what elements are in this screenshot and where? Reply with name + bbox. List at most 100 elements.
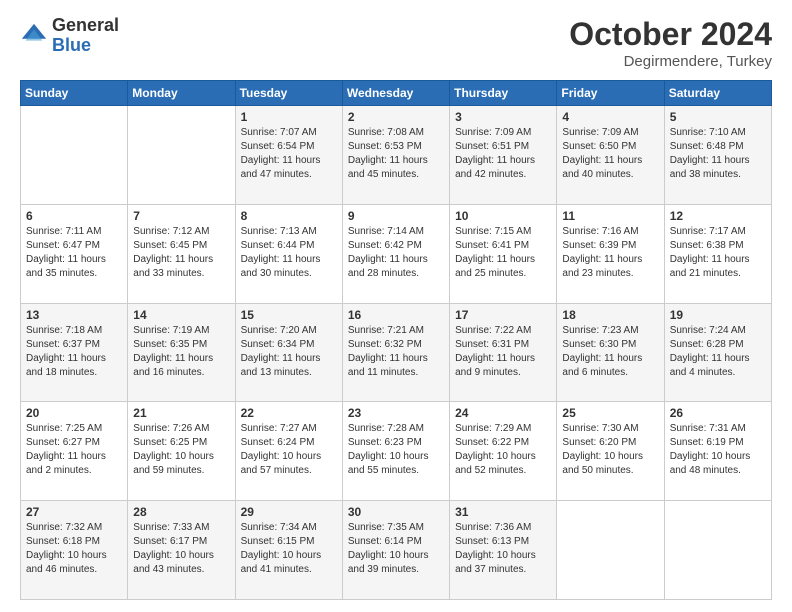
day-number: 30 [348, 505, 444, 519]
calendar-cell: 27 Sunrise: 7:32 AM Sunset: 6:18 PM Dayli… [21, 501, 128, 600]
logo-blue: Blue [52, 36, 119, 56]
weekday-header-tuesday: Tuesday [235, 81, 342, 106]
week-row-5: 27 Sunrise: 7:32 AM Sunset: 6:18 PM Dayli… [21, 501, 772, 600]
calendar-cell: 4 Sunrise: 7:09 AM Sunset: 6:50 PM Daylig… [557, 106, 664, 205]
day-number: 7 [133, 209, 229, 223]
day-number: 19 [670, 308, 766, 322]
day-number: 15 [241, 308, 337, 322]
day-number: 4 [562, 110, 658, 124]
cell-content: Sunrise: 7:13 AM Sunset: 6:44 PM Dayligh… [241, 225, 337, 281]
weekday-header-friday: Friday [557, 81, 664, 106]
logo-general: General [52, 16, 119, 36]
calendar-cell: 2 Sunrise: 7:08 AM Sunset: 6:53 PM Daylig… [342, 106, 449, 205]
calendar-table: SundayMondayTuesdayWednesdayThursdayFrid… [20, 80, 772, 600]
weekday-header-saturday: Saturday [664, 81, 771, 106]
day-number: 28 [133, 505, 229, 519]
cell-content: Sunrise: 7:09 AM Sunset: 6:51 PM Dayligh… [455, 126, 551, 182]
header-row: SundayMondayTuesdayWednesdayThursdayFrid… [21, 81, 772, 106]
day-number: 27 [26, 505, 122, 519]
logo: General Blue [20, 16, 119, 56]
calendar-cell: 11 Sunrise: 7:16 AM Sunset: 6:39 PM Dayli… [557, 204, 664, 303]
page: General Blue October 2024 Degirmendere, … [0, 0, 792, 612]
day-number: 13 [26, 308, 122, 322]
cell-content: Sunrise: 7:36 AM Sunset: 6:13 PM Dayligh… [455, 521, 551, 577]
week-row-4: 20Sunrise: 7:25 AM Sunset: 6:27 PM Dayli… [21, 402, 772, 501]
logo-text: General Blue [52, 16, 119, 56]
cell-content: Sunrise: 7:12 AM Sunset: 6:45 PM Dayligh… [133, 225, 229, 281]
week-row-3: 13 Sunrise: 7:18 AM Sunset: 6:37 PM Dayli… [21, 303, 772, 402]
calendar-cell [557, 501, 664, 600]
day-number: 23 [348, 406, 444, 420]
cell-content: Sunrise: 7:08 AM Sunset: 6:53 PM Dayligh… [348, 126, 444, 182]
calendar-cell: 3 Sunrise: 7:09 AM Sunset: 6:51 PM Daylig… [450, 106, 557, 205]
calendar-cell: 18 Sunrise: 7:23 AM Sunset: 6:30 PM Dayli… [557, 303, 664, 402]
cell-content: Sunrise: 7:20 AM Sunset: 6:34 PM Dayligh… [241, 324, 337, 380]
day-number: 2 [348, 110, 444, 124]
header: General Blue October 2024 Degirmendere, … [20, 16, 772, 70]
calendar-cell: 12Sunrise: 7:17 AM Sunset: 6:38 PM Dayli… [664, 204, 771, 303]
day-number: 11 [562, 209, 658, 223]
cell-content: Sunrise: 7:18 AM Sunset: 6:37 PM Dayligh… [26, 324, 122, 380]
day-number: 5 [670, 110, 766, 124]
day-number: 16 [348, 308, 444, 322]
location: Degirmendere, Turkey [569, 53, 772, 70]
day-number: 6 [26, 209, 122, 223]
cell-content: Sunrise: 7:16 AM Sunset: 6:39 PM Dayligh… [562, 225, 658, 281]
cell-content: Sunrise: 7:23 AM Sunset: 6:30 PM Dayligh… [562, 324, 658, 380]
calendar-cell: 31Sunrise: 7:36 AM Sunset: 6:13 PM Dayli… [450, 501, 557, 600]
day-number: 12 [670, 209, 766, 223]
week-row-2: 6 Sunrise: 7:11 AM Sunset: 6:47 PM Daylig… [21, 204, 772, 303]
day-number: 3 [455, 110, 551, 124]
cell-content: Sunrise: 7:32 AM Sunset: 6:18 PM Dayligh… [26, 521, 122, 577]
week-row-1: 1 Sunrise: 7:07 AM Sunset: 6:54 PM Daylig… [21, 106, 772, 205]
calendar-cell [128, 106, 235, 205]
day-number: 10 [455, 209, 551, 223]
calendar-cell [664, 501, 771, 600]
cell-content: Sunrise: 7:24 AM Sunset: 6:28 PM Dayligh… [670, 324, 766, 380]
calendar-cell: 25Sunrise: 7:30 AM Sunset: 6:20 PM Dayli… [557, 402, 664, 501]
cell-content: Sunrise: 7:25 AM Sunset: 6:27 PM Dayligh… [26, 422, 122, 478]
weekday-header-monday: Monday [128, 81, 235, 106]
cell-content: Sunrise: 7:09 AM Sunset: 6:50 PM Dayligh… [562, 126, 658, 182]
weekday-header-wednesday: Wednesday [342, 81, 449, 106]
calendar-cell: 1 Sunrise: 7:07 AM Sunset: 6:54 PM Daylig… [235, 106, 342, 205]
cell-content: Sunrise: 7:27 AM Sunset: 6:24 PM Dayligh… [241, 422, 337, 478]
cell-content: Sunrise: 7:07 AM Sunset: 6:54 PM Dayligh… [241, 126, 337, 182]
calendar-cell: 7 Sunrise: 7:12 AM Sunset: 6:45 PM Daylig… [128, 204, 235, 303]
cell-content: Sunrise: 7:34 AM Sunset: 6:15 PM Dayligh… [241, 521, 337, 577]
calendar-cell: 30Sunrise: 7:35 AM Sunset: 6:14 PM Dayli… [342, 501, 449, 600]
cell-content: Sunrise: 7:15 AM Sunset: 6:41 PM Dayligh… [455, 225, 551, 281]
day-number: 9 [348, 209, 444, 223]
logo-icon [20, 22, 48, 50]
calendar-cell: 23 Sunrise: 7:28 AM Sunset: 6:23 PM Dayli… [342, 402, 449, 501]
calendar-cell [21, 106, 128, 205]
title-area: October 2024 Degirmendere, Turkey [569, 16, 772, 70]
cell-content: Sunrise: 7:11 AM Sunset: 6:47 PM Dayligh… [26, 225, 122, 281]
day-number: 22 [241, 406, 337, 420]
day-number: 24 [455, 406, 551, 420]
calendar-cell: 5 Sunrise: 7:10 AM Sunset: 6:48 PM Daylig… [664, 106, 771, 205]
day-number: 17 [455, 308, 551, 322]
cell-content: Sunrise: 7:26 AM Sunset: 6:25 PM Dayligh… [133, 422, 229, 478]
calendar-cell: 20Sunrise: 7:25 AM Sunset: 6:27 PM Dayli… [21, 402, 128, 501]
day-number: 18 [562, 308, 658, 322]
calendar-cell: 16Sunrise: 7:21 AM Sunset: 6:32 PM Dayli… [342, 303, 449, 402]
calendar-cell: 10 Sunrise: 7:15 AM Sunset: 6:41 PM Dayli… [450, 204, 557, 303]
calendar-cell: 19 Sunrise: 7:24 AM Sunset: 6:28 PM Dayli… [664, 303, 771, 402]
cell-content: Sunrise: 7:31 AM Sunset: 6:19 PM Dayligh… [670, 422, 766, 478]
cell-content: Sunrise: 7:10 AM Sunset: 6:48 PM Dayligh… [670, 126, 766, 182]
weekday-header-thursday: Thursday [450, 81, 557, 106]
day-number: 1 [241, 110, 337, 124]
calendar-cell: 9 Sunrise: 7:14 AM Sunset: 6:42 PM Daylig… [342, 204, 449, 303]
day-number: 14 [133, 308, 229, 322]
calendar-cell: 28 Sunrise: 7:33 AM Sunset: 6:17 PM Dayli… [128, 501, 235, 600]
cell-content: Sunrise: 7:29 AM Sunset: 6:22 PM Dayligh… [455, 422, 551, 478]
cell-content: Sunrise: 7:22 AM Sunset: 6:31 PM Dayligh… [455, 324, 551, 380]
calendar-cell: 29 Sunrise: 7:34 AM Sunset: 6:15 PM Dayli… [235, 501, 342, 600]
cell-content: Sunrise: 7:28 AM Sunset: 6:23 PM Dayligh… [348, 422, 444, 478]
day-number: 29 [241, 505, 337, 519]
cell-content: Sunrise: 7:14 AM Sunset: 6:42 PM Dayligh… [348, 225, 444, 281]
cell-content: Sunrise: 7:33 AM Sunset: 6:17 PM Dayligh… [133, 521, 229, 577]
calendar-cell: 14Sunrise: 7:19 AM Sunset: 6:35 PM Dayli… [128, 303, 235, 402]
calendar-cell: 8Sunrise: 7:13 AM Sunset: 6:44 PM Daylig… [235, 204, 342, 303]
